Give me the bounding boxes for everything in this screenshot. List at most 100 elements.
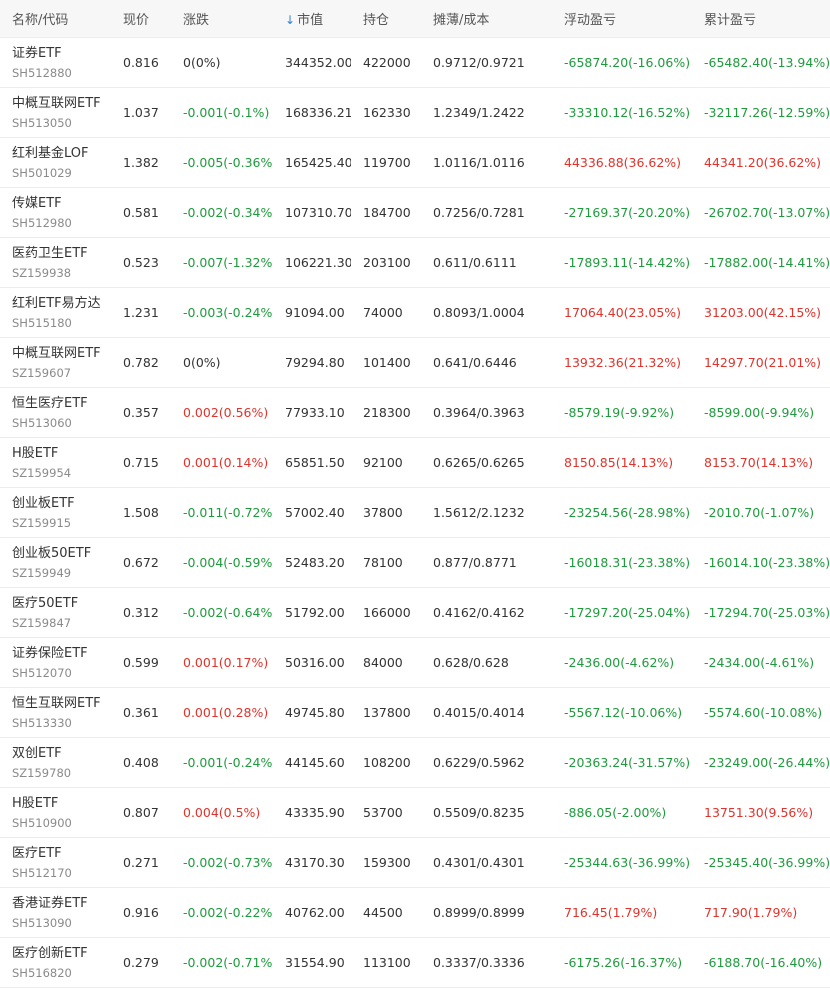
table-row[interactable]: 双创ETF SZ159780 0.408 -0.001(-0.24%) 44145.60…	[0, 738, 830, 788]
change-cell: 0(0%)	[183, 355, 221, 370]
sort-down-arrow-icon: ↓	[285, 13, 296, 27]
table-row[interactable]: 恒生互联网ETF SH513330 0.361 0.001(0.28%) 49745.8…	[0, 688, 830, 738]
floating-pnl-cell: -20363.24(-31.57%)	[564, 755, 691, 770]
fund-name[interactable]: 创业板50ETF	[12, 544, 111, 564]
fund-name[interactable]: 中概互联网ETF	[12, 344, 111, 364]
column-header-price[interactable]: 现价	[111, 9, 171, 28]
floating-pnl-cell: 13932.36(21.32%)	[564, 355, 682, 370]
fund-name[interactable]: 证券保险ETF	[12, 644, 111, 664]
name-code-cell[interactable]: 红利ETF易方达 SH515180	[0, 294, 111, 332]
position-cell: 74000	[363, 305, 403, 320]
fund-name[interactable]: 医疗创新ETF	[12, 944, 111, 964]
position-cell: 218300	[363, 405, 411, 420]
cumulative-pnl-cell: -2010.70(-1.07%)	[704, 505, 815, 520]
floating-pnl-cell: -25344.63(-36.99%)	[564, 855, 691, 870]
table-row[interactable]: 医疗50ETF SZ159847 0.312 -0.002(-0.64%) 51792.…	[0, 588, 830, 638]
table-row[interactable]: 医疗ETF SH512170 0.271 -0.002(-0.73%) 43170.30…	[0, 838, 830, 888]
position-cell: 166000	[363, 605, 411, 620]
column-header-cumulative-pnl[interactable]: 累计盈亏	[692, 9, 830, 28]
position-cell: 113100	[363, 955, 411, 970]
position-cell: 119700	[363, 155, 411, 170]
column-header-market-value[interactable]: ↓ 市值	[273, 9, 351, 28]
fund-name[interactable]: H股ETF	[12, 794, 111, 814]
table-row[interactable]: 红利基金LOF SH501029 1.382 -0.005(-0.36%) 165425…	[0, 138, 830, 188]
table-row[interactable]: 中概互联网ETF SH513050 1.037 -0.001(-0.1%) 168336…	[0, 88, 830, 138]
fund-name[interactable]: 恒生医疗ETF	[12, 394, 111, 414]
position-cell: 184700	[363, 205, 411, 220]
name-code-cell[interactable]: H股ETF SZ159954	[0, 444, 111, 482]
table-row[interactable]: 证券保险ETF SH512070 0.599 0.001(0.17%) 50316.00…	[0, 638, 830, 688]
cost-cell: 0.877/0.8771	[433, 555, 517, 570]
market-value-cell: 40762.00	[285, 905, 345, 920]
fund-name[interactable]: 香港证券ETF	[12, 894, 111, 914]
name-code-cell[interactable]: 中概互联网ETF SZ159607	[0, 344, 111, 382]
fund-name[interactable]: 医疗ETF	[12, 844, 111, 864]
table-row[interactable]: 传媒ETF SH512980 0.581 -0.002(-0.34%) 107310.7…	[0, 188, 830, 238]
table-row[interactable]: 香港证券ETF SH513090 0.916 -0.002(-0.22%) 40762.…	[0, 888, 830, 938]
name-code-cell[interactable]: 医药卫生ETF SZ159938	[0, 244, 111, 282]
fund-code: SH513090	[12, 915, 72, 930]
name-code-cell[interactable]: 创业板ETF SZ159915	[0, 494, 111, 532]
name-code-cell[interactable]: 证券ETF SH512880	[0, 44, 111, 82]
name-code-cell[interactable]: 创业板50ETF SZ159949	[0, 544, 111, 582]
fund-name[interactable]: 传媒ETF	[12, 194, 111, 214]
name-code-cell[interactable]: 医疗ETF SH512170	[0, 844, 111, 882]
fund-name[interactable]: 创业板ETF	[12, 494, 111, 514]
table-row[interactable]: 中概互联网ETF SZ159607 0.782 0(0%) 79294.80 101400…	[0, 338, 830, 388]
name-code-cell[interactable]: 红利基金LOF SH501029	[0, 144, 111, 182]
floating-pnl-cell: -886.05(-2.00%)	[564, 805, 667, 820]
name-code-cell[interactable]: 医疗创新ETF SH516820	[0, 944, 111, 982]
table-row[interactable]: 恒生医疗ETF SH513060 0.357 0.002(0.56%) 77933.10…	[0, 388, 830, 438]
price-cell: 0.279	[123, 955, 159, 970]
table-row[interactable]: H股ETF SZ159954 0.715 0.001(0.14%) 65851.50 92…	[0, 438, 830, 488]
table-row[interactable]: 医疗创新ETF SH516820 0.279 -0.002(-0.71%) 31554.…	[0, 938, 830, 988]
name-code-cell[interactable]: 中概互联网ETF SH513050	[0, 94, 111, 132]
name-code-cell[interactable]: H股ETF SH510900	[0, 794, 111, 832]
cost-cell: 0.7256/0.7281	[433, 205, 525, 220]
cumulative-pnl-cell: -5574.60(-10.08%)	[704, 705, 823, 720]
cumulative-pnl-cell: -32117.26(-12.59%)	[704, 105, 830, 120]
table-row[interactable]: 创业板ETF SZ159915 1.508 -0.011(-0.72%) 57002.4…	[0, 488, 830, 538]
table-row[interactable]: 红利ETF易方达 SH515180 1.231 -0.003(-0.24%) 91094…	[0, 288, 830, 338]
fund-name[interactable]: 双创ETF	[12, 744, 111, 764]
name-code-cell[interactable]: 恒生医疗ETF SH513060	[0, 394, 111, 432]
price-cell: 1.231	[123, 305, 159, 320]
floating-pnl-cell: 44336.88(36.62%)	[564, 155, 682, 170]
table-body: 证券ETF SH512880 0.816 0(0%) 344352.00 422000 0.…	[0, 38, 830, 988]
fund-name[interactable]: 证券ETF	[12, 44, 111, 64]
name-code-cell[interactable]: 证券保险ETF SH512070	[0, 644, 111, 682]
name-code-cell[interactable]: 恒生互联网ETF SH513330	[0, 694, 111, 732]
price-cell: 0.807	[123, 805, 159, 820]
table-row[interactable]: 创业板50ETF SZ159949 0.672 -0.004(-0.59%) 52483…	[0, 538, 830, 588]
column-header-change[interactable]: 涨跌	[171, 9, 273, 28]
column-header-position[interactable]: 持仓	[351, 9, 421, 28]
table-row[interactable]: H股ETF SH510900 0.807 0.004(0.5%) 43335.90 537…	[0, 788, 830, 838]
cumulative-pnl-cell: 44341.20(36.62%)	[704, 155, 822, 170]
name-code-cell[interactable]: 医疗50ETF SZ159847	[0, 594, 111, 632]
column-header-cost[interactable]: 摊薄/成本	[421, 9, 552, 28]
fund-code: SH513330	[12, 715, 72, 730]
column-header-name-code[interactable]: 名称/代码	[0, 9, 111, 28]
column-header-floating-pnl[interactable]: 浮动盈亏	[552, 9, 692, 28]
name-code-cell[interactable]: 香港证券ETF SH513090	[0, 894, 111, 932]
name-code-cell[interactable]: 双创ETF SZ159780	[0, 744, 111, 782]
table-row[interactable]: 医药卫生ETF SZ159938 0.523 -0.007(-1.32%) 106221…	[0, 238, 830, 288]
position-cell: 84000	[363, 655, 403, 670]
floating-pnl-cell: -8579.19(-9.92%)	[564, 405, 675, 420]
fund-name[interactable]: 红利ETF易方达	[12, 294, 111, 314]
fund-name[interactable]: 红利基金LOF	[12, 144, 111, 164]
table-row[interactable]: 证券ETF SH512880 0.816 0(0%) 344352.00 422000 0.…	[0, 38, 830, 88]
cost-cell: 0.8999/0.8999	[433, 905, 525, 920]
fund-name[interactable]: 医疗50ETF	[12, 594, 111, 614]
floating-pnl-cell: -16018.31(-23.38%)	[564, 555, 691, 570]
fund-name[interactable]: 中概互联网ETF	[12, 94, 111, 114]
market-value-cell: 107310.70	[285, 205, 351, 220]
fund-name[interactable]: H股ETF	[12, 444, 111, 464]
fund-name[interactable]: 医药卫生ETF	[12, 244, 111, 264]
fund-code: SH515180	[12, 315, 72, 330]
name-code-cell[interactable]: 传媒ETF SH512980	[0, 194, 111, 232]
price-cell: 0.361	[123, 705, 159, 720]
cost-cell: 0.8093/1.0004	[433, 305, 525, 320]
market-value-cell: 106221.30	[285, 255, 351, 270]
fund-name[interactable]: 恒生互联网ETF	[12, 694, 111, 714]
